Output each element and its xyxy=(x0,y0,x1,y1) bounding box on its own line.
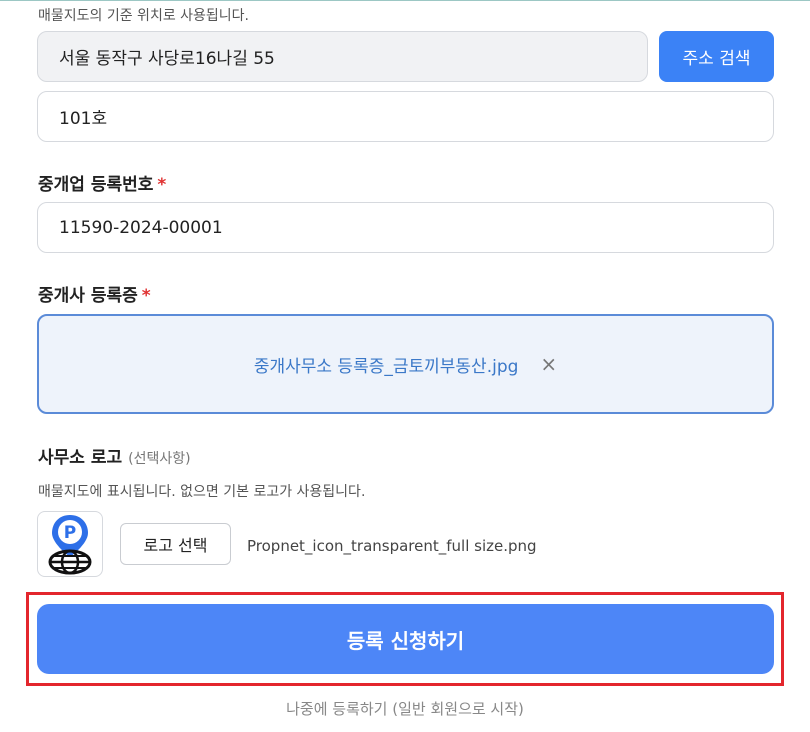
address-input[interactable]: 서울 동작구 사당로16나길 55 xyxy=(37,31,648,82)
registration-number-input[interactable]: 11590-2024-00001 xyxy=(37,202,774,253)
logo-thumbnail-letter: P xyxy=(64,523,76,543)
registration-number-value: 11590-2024-00001 xyxy=(59,217,223,238)
logo-thumbnail: P xyxy=(37,511,103,577)
logo-label: 사무소 로고 (선택사항) xyxy=(38,443,191,468)
address-search-button[interactable]: 주소 검색 xyxy=(659,31,774,82)
address-detail-value: 101호 xyxy=(59,109,108,129)
required-mark: * xyxy=(141,286,151,306)
logo-globe-pin-icon: P xyxy=(48,515,92,575)
remove-file-icon[interactable]: × xyxy=(540,352,557,376)
logo-select-button[interactable]: 로고 선택 xyxy=(120,523,231,565)
logo-hint: 매물지도에 표시됩니다. 없으면 기본 로고가 사용됩니다. xyxy=(38,484,366,500)
certificate-label: 중개사 등록증 * xyxy=(38,281,151,306)
top-divider xyxy=(0,0,810,1)
logo-label-text: 사무소 로고 xyxy=(38,448,123,468)
register-later-link[interactable]: 나중에 등록하기 (일반 회원으로 시작) xyxy=(0,698,810,719)
logo-optional-tag: (선택사항) xyxy=(128,451,191,467)
submit-registration-button[interactable]: 등록 신청하기 xyxy=(37,604,774,674)
address-detail-input[interactable]: 101호 xyxy=(37,91,774,142)
registration-number-label-text: 중개업 등록번호 xyxy=(38,175,154,195)
certificate-upload-area[interactable]: 중개사무소 등록증_금토끼부동산.jpg × xyxy=(37,314,774,414)
address-input-value: 서울 동작구 사당로16나길 55 xyxy=(59,49,275,69)
required-mark: * xyxy=(157,175,167,195)
certificate-file-name: 중개사무소 등록증_금토끼부동산.jpg xyxy=(253,356,519,377)
logo-file-name: Propnet_icon_transparent_full size.png xyxy=(247,537,537,555)
registration-number-label: 중개업 등록번호 * xyxy=(38,170,166,195)
certificate-label-text: 중개사 등록증 xyxy=(38,286,138,306)
address-hint: 매물지도의 기준 위치로 사용됩니다. xyxy=(38,8,249,24)
